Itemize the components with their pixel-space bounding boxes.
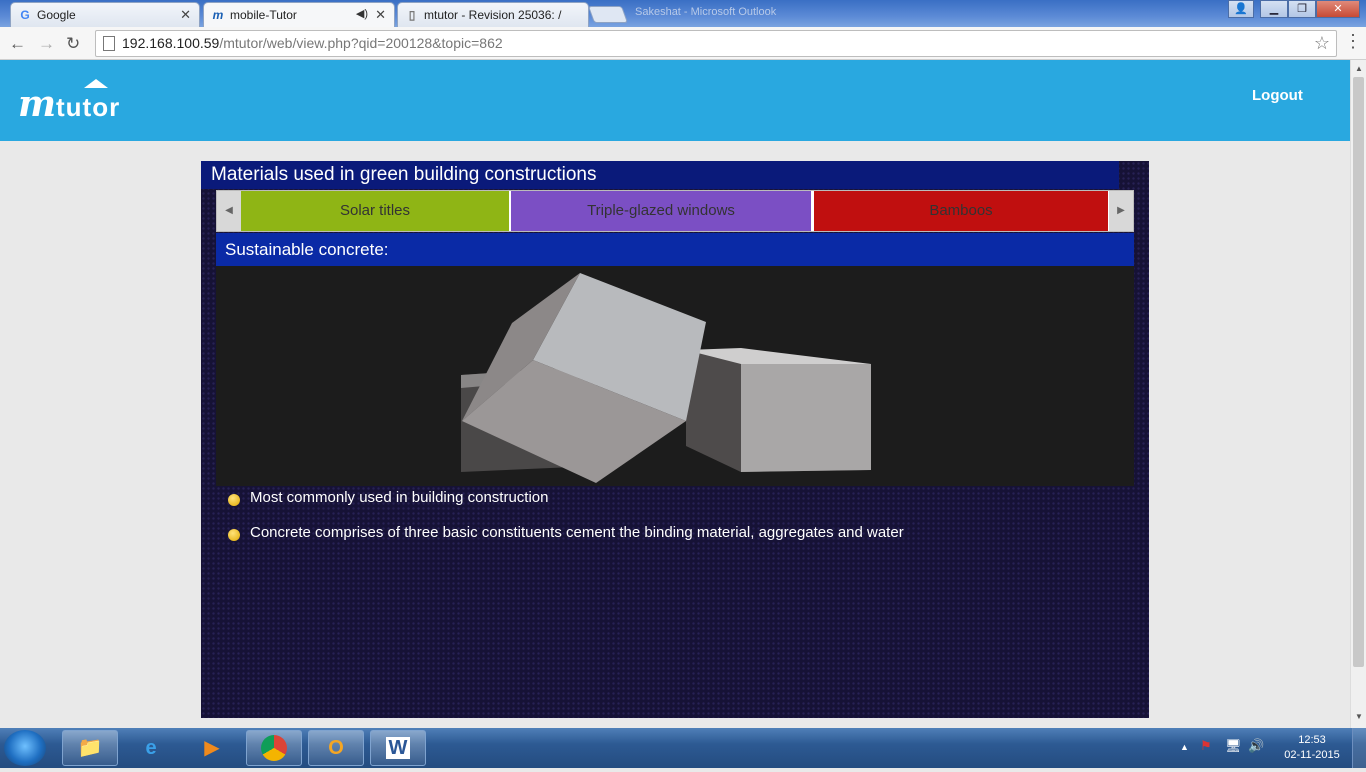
google-icon: G <box>20 8 30 22</box>
new-tab-button[interactable] <box>587 6 629 23</box>
section-heading: Sustainable concrete: <box>216 233 1134 266</box>
logout-link[interactable]: Logout <box>1252 87 1303 104</box>
background-window-title: Sakeshat - Microsoft Outlook <box>635 6 777 18</box>
clock-time: 12:53 <box>1298 734 1326 746</box>
topic-tab-bamboos[interactable]: Bamboos <box>814 191 1108 231</box>
bullet-icon <box>228 529 240 541</box>
close-window-button[interactable]: ✕ <box>1316 0 1360 18</box>
tab-title: mobile-Tutor <box>230 8 297 22</box>
close-tab-icon[interactable]: ✕ <box>180 7 191 23</box>
outlook-icon[interactable]: O <box>308 730 364 766</box>
bullet-list: Most commonly used in building construct… <box>228 488 1128 558</box>
scroll-down-icon[interactable]: ▼ <box>1355 712 1363 721</box>
lesson-panel: Materials used in green building constru… <box>201 161 1149 718</box>
network-icon[interactable]: 🖥 <box>1225 738 1242 754</box>
windows-taskbar: 📁 e ▶ O W ▲ ⚑ 🖥 🔊 12:53 02-11-2015 <box>0 728 1366 768</box>
tab-title: mtutor - Revision 25036: / <box>424 8 562 22</box>
system-clock[interactable]: 12:53 02-11-2015 <box>1282 733 1342 763</box>
bullet-text: Concrete comprises of three basic consti… <box>250 524 904 541</box>
chrome-menu-icon[interactable]: ⋮ <box>1344 31 1362 52</box>
tab-mtutor-revision[interactable]: ▯ mtutor - Revision 25036: / <box>397 2 589 27</box>
carousel-next-button[interactable]: ▶ <box>1109 191 1133 231</box>
browser-tab-strip: G Google ✕ m mobile-Tutor ◀) ✕ ▯ mtutor … <box>0 0 1366 27</box>
show-desktop-button[interactable] <box>1352 728 1366 768</box>
mtutor-icon: m <box>212 8 224 22</box>
mtutor-logo[interactable]: m tutor <box>18 78 119 124</box>
concrete-blocks-image <box>216 266 1134 486</box>
restore-button[interactable]: ❐ <box>1288 0 1316 18</box>
reload-icon[interactable]: ↻ <box>66 34 80 54</box>
clock-date: 02-11-2015 <box>1284 749 1340 761</box>
scrollbar-thumb[interactable] <box>1353 77 1364 667</box>
start-button[interactable] <box>4 730 46 766</box>
topic-carousel: ◀ Solar titles Triple-glazed windows Bam… <box>216 190 1134 232</box>
tab-mobile-tutor[interactable]: m mobile-Tutor ◀) ✕ <box>203 2 395 27</box>
action-center-icon[interactable]: ⚑ <box>1200 738 1212 754</box>
scroll-up-icon[interactable]: ▲ <box>1355 64 1363 73</box>
internet-explorer-icon[interactable]: e <box>123 730 179 766</box>
forward-icon[interactable]: → <box>38 34 55 54</box>
close-tab-icon[interactable]: ✕ <box>375 7 386 23</box>
word-icon[interactable]: W <box>370 730 426 766</box>
lesson-title: Materials used in green building constru… <box>201 161 1119 189</box>
bookmark-star-icon[interactable]: ☆ <box>1314 31 1330 56</box>
carousel-prev-button[interactable]: ◀ <box>217 191 241 231</box>
back-icon[interactable]: ← <box>9 34 26 54</box>
topic-tab-solar-titles[interactable]: Solar titles <box>241 191 509 231</box>
list-item: Concrete comprises of three basic consti… <box>228 523 1128 558</box>
minimize-button[interactable]: ▁ <box>1260 0 1288 18</box>
volume-icon[interactable]: 🔊 <box>1248 738 1264 754</box>
list-item: Most commonly used in building construct… <box>228 488 1128 523</box>
explorer-icon[interactable]: 📁 <box>62 730 118 766</box>
page-icon: ▯ <box>408 8 416 22</box>
tab-title: Google <box>37 8 76 22</box>
bullet-text: Most commonly used in building construct… <box>250 489 549 506</box>
user-icon[interactable]: 👤 <box>1228 0 1254 18</box>
tray-expand-icon[interactable]: ▲ <box>1180 742 1189 752</box>
page-info-icon[interactable] <box>103 36 115 51</box>
url-path: /mtutor/web/view.php?qid=200128&topic=86… <box>219 35 503 51</box>
concrete-blocks-illustration <box>461 273 871 483</box>
graduation-cap-icon <box>84 78 108 88</box>
page-scrollbar[interactable]: ▲ ▼ <box>1350 60 1366 728</box>
topic-tab-triple-glazed-windows[interactable]: Triple-glazed windows <box>511 191 811 231</box>
media-player-icon[interactable]: ▶ <box>184 730 240 766</box>
bullet-icon <box>228 494 240 506</box>
address-bar: ← → ↻ 192.168.100.59/mtutor/web/view.php… <box>0 27 1366 60</box>
speaker-icon: ◀) <box>355 8 368 20</box>
url-input[interactable]: 192.168.100.59/mtutor/web/view.php?qid=2… <box>95 30 1337 57</box>
tab-google[interactable]: G Google ✕ <box>10 2 200 27</box>
url-host: 192.168.100.59 <box>122 35 220 51</box>
chrome-icon[interactable] <box>246 730 302 766</box>
site-header: m tutor Logout <box>0 60 1350 141</box>
